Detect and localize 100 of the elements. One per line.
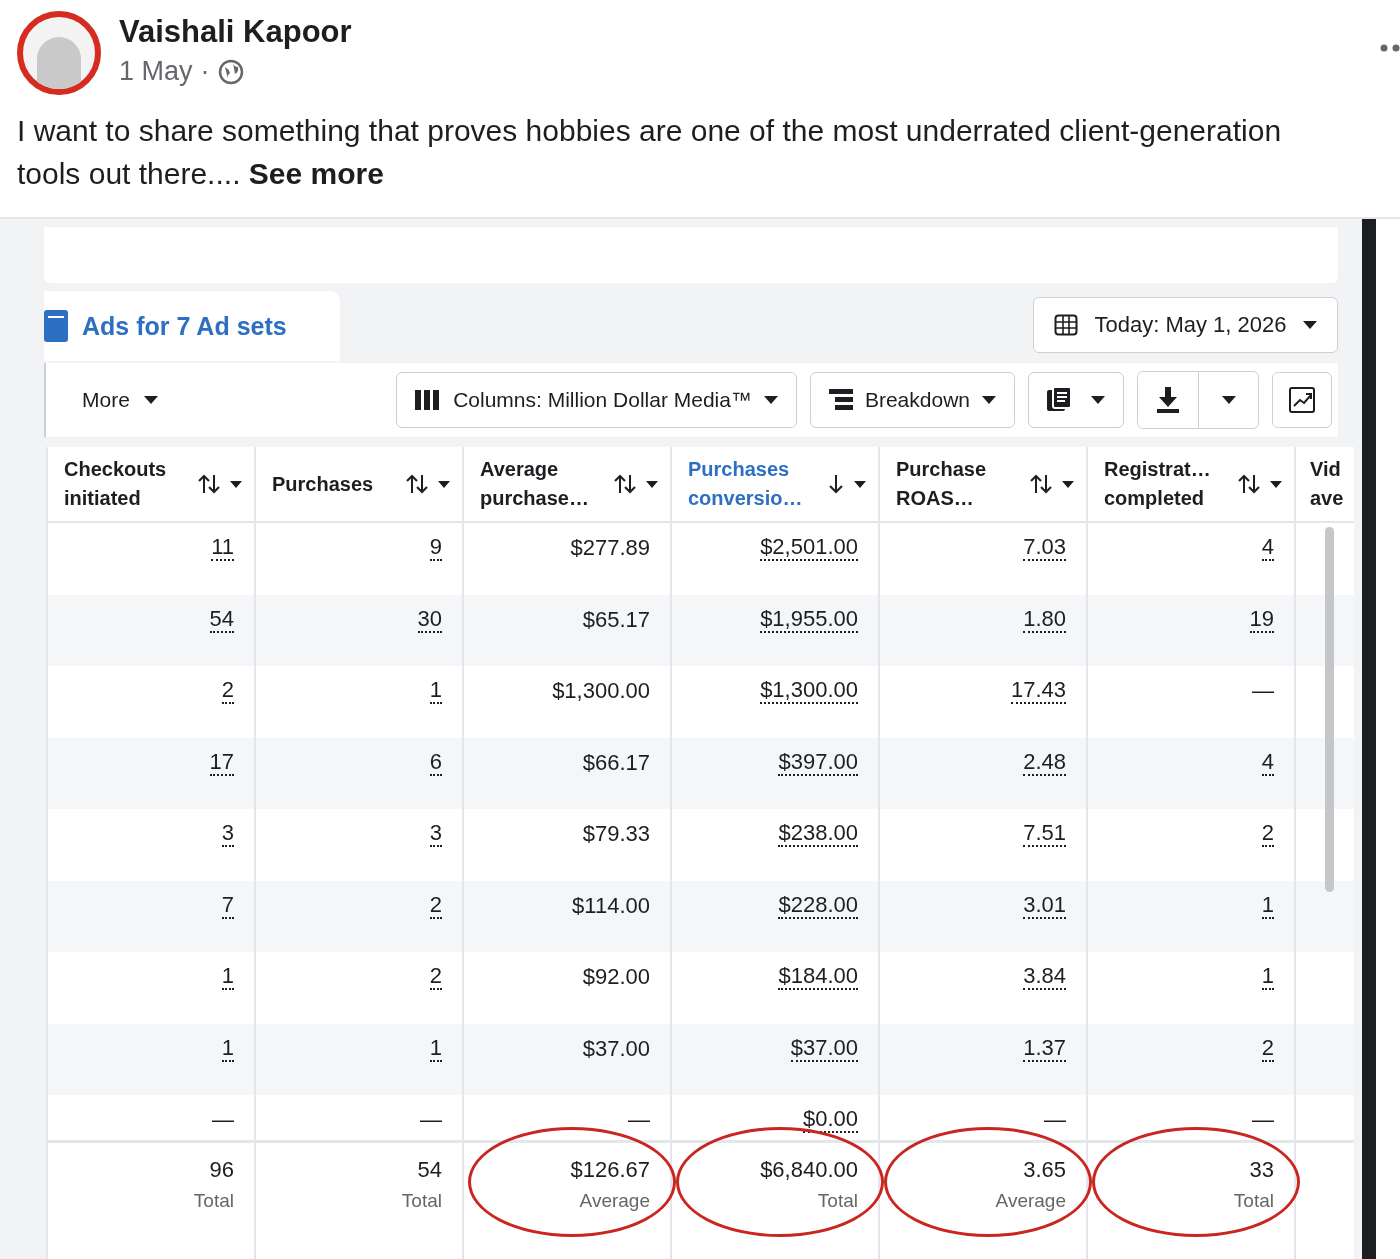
value-link[interactable]: $2,501.00 [760, 535, 858, 561]
value-link[interactable]: $228.00 [778, 892, 858, 919]
table-cell: $114.00 [572, 892, 650, 919]
value-link[interactable]: 30 [417, 606, 442, 633]
post-text: I want to share something that proves hobbies are one of the most underrated client-generation tools out there.... See more [17, 113, 1283, 192]
value-link[interactable]: 4 [1261, 535, 1274, 561]
value-link[interactable]: 11 [211, 535, 234, 561]
total-label: Total [193, 1190, 234, 1212]
sort-descending-icon [828, 474, 844, 494]
more-options-icon[interactable] [1380, 44, 1400, 52]
value-link[interactable]: 2 [221, 678, 234, 704]
value-link[interactable]: 3 [429, 821, 442, 847]
chart-button[interactable] [1272, 372, 1332, 428]
total-label: Average [579, 1190, 650, 1212]
caret-icon [438, 480, 450, 488]
value-link[interactable]: $238.00 [778, 821, 858, 847]
column-header[interactable]: Purchase ROAS… [880, 447, 1088, 521]
column-header[interactable]: Checkouts initiated [48, 447, 256, 521]
total-label: Total [817, 1190, 858, 1212]
total-value: $6,840.00 [760, 1157, 858, 1183]
caret-icon [646, 480, 658, 488]
value-link[interactable]: 54 [209, 606, 234, 633]
column-header[interactable]: Purchases conversio… [672, 447, 880, 521]
value-link[interactable]: 1.37 [1023, 1035, 1066, 1062]
value-link[interactable]: 4 [1261, 749, 1274, 776]
value-link[interactable]: $0.00 [802, 1107, 858, 1133]
value-link[interactable]: 9 [429, 535, 442, 561]
total-value: $126.67 [570, 1157, 650, 1183]
value-link[interactable]: 6 [429, 749, 442, 776]
value-link[interactable]: 1 [429, 678, 442, 704]
caret-icon [982, 396, 996, 404]
reports-dropdown[interactable] [1028, 372, 1124, 428]
more-button[interactable]: More [46, 387, 164, 413]
value-link[interactable]: $397.00 [778, 749, 858, 776]
value-link[interactable]: 1 [221, 1035, 234, 1062]
total-label: Average [995, 1190, 1066, 1212]
post-date[interactable]: 1 May [119, 56, 193, 87]
table-cell: — [1252, 678, 1274, 704]
value-link[interactable]: $184.00 [778, 964, 858, 990]
table-cell: — [1044, 1107, 1066, 1133]
value-link[interactable]: 7 [221, 892, 234, 919]
sort-icon [406, 474, 428, 494]
total-value: 96 [209, 1157, 234, 1183]
table-cell: — [420, 1107, 442, 1133]
caret-icon [1062, 480, 1074, 488]
value-link[interactable]: $1,955.00 [760, 606, 858, 633]
column-header[interactable]: Purchases [256, 447, 464, 521]
value-link[interactable]: 1.80 [1023, 606, 1066, 633]
ad-icon [44, 310, 68, 342]
column-header[interactable]: Registrat… completed [1088, 447, 1296, 521]
table-cell: $79.33 [582, 821, 650, 847]
value-link[interactable]: 1 [221, 964, 234, 990]
value-link[interactable]: 7.51 [1023, 821, 1066, 847]
value-link[interactable]: 2 [1261, 1035, 1274, 1062]
value-link[interactable]: 1 [1261, 892, 1274, 919]
table-cell: $277.89 [570, 535, 650, 561]
value-link[interactable]: 7.03 [1023, 535, 1066, 561]
total-label: Total [1233, 1190, 1274, 1212]
chart-icon [1289, 387, 1315, 413]
value-link[interactable]: 3.84 [1023, 964, 1066, 990]
value-link[interactable]: 1 [429, 1035, 442, 1062]
sort-icon [1030, 474, 1052, 494]
calendar-icon [1054, 314, 1078, 336]
author-name[interactable]: Vaishali Kapoor [119, 14, 352, 50]
value-link[interactable]: $37.00 [790, 1035, 858, 1062]
value-link[interactable]: 2.48 [1023, 749, 1066, 776]
value-link[interactable]: 2 [429, 892, 442, 919]
table-cell: $37.00 [582, 1035, 650, 1062]
value-link[interactable]: 2 [1261, 821, 1274, 847]
value-link[interactable]: 19 [1249, 606, 1274, 633]
table-cell: $65.17 [582, 606, 650, 633]
value-link[interactable]: 1 [1261, 964, 1274, 990]
column-header[interactable]: Vid ave [1296, 447, 1354, 521]
scrollbar[interactable] [1325, 527, 1334, 892]
total-value: 3.65 [1023, 1157, 1066, 1183]
value-link[interactable]: 17 [209, 749, 234, 776]
download-icon [1156, 387, 1180, 413]
ads-tab[interactable]: Ads for 7 Ad sets [44, 291, 340, 361]
sort-icon [198, 474, 220, 494]
breakdown-button[interactable]: Breakdown [809, 372, 1015, 428]
value-link[interactable]: 3 [221, 821, 234, 847]
separator: · [200, 56, 210, 87]
caret-icon [143, 396, 158, 404]
table-cell: $92.00 [582, 964, 650, 990]
table-cell: — [628, 1107, 650, 1133]
value-link[interactable]: 17.43 [1010, 678, 1066, 704]
total-label: Total [401, 1190, 442, 1212]
value-link[interactable]: $1,300.00 [760, 678, 858, 704]
caret-icon [1221, 396, 1236, 404]
caret-icon [854, 480, 866, 488]
value-link[interactable]: 2 [429, 964, 442, 990]
caret-icon [1270, 480, 1282, 488]
columns-button[interactable]: Columns: Million Dollar Media™ [396, 372, 797, 428]
table-cell: $66.17 [582, 749, 650, 776]
see-more-link[interactable]: See more [248, 157, 384, 190]
column-header[interactable]: Average purchase… [464, 447, 672, 521]
total-value: 54 [417, 1157, 442, 1183]
caret-icon [1303, 321, 1317, 329]
value-link[interactable]: 3.01 [1023, 892, 1066, 919]
date-range-button[interactable]: Today: May 1, 2026 [1033, 297, 1338, 353]
